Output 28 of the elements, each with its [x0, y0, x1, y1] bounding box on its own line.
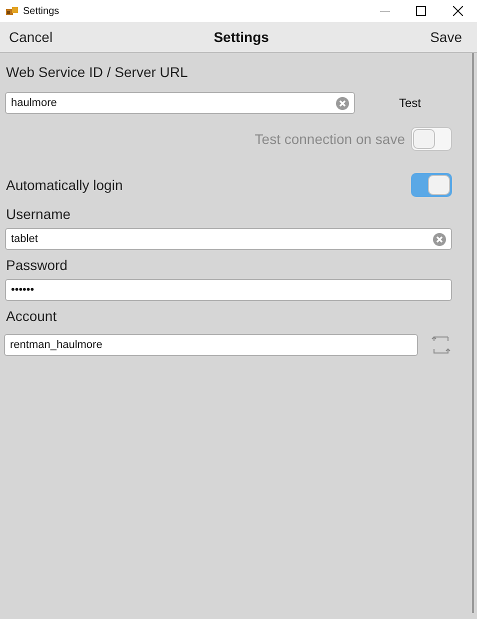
input-field[interactable]: •••••• — [5, 279, 452, 301]
toggle-label: Test connection on save — [254, 130, 405, 148]
field-value: rentman_haulmore — [10, 338, 104, 353]
field-value: haulmore — [11, 96, 58, 111]
toggle-switch[interactable] — [411, 173, 452, 197]
window-title: Settings — [23, 4, 60, 18]
input-field[interactable]: haulmore — [5, 92, 355, 114]
save-button[interactable]: Save — [430, 26, 462, 48]
cancel-button[interactable]: Cancel — [9, 26, 53, 48]
scroll-bar[interactable] — [472, 53, 474, 613]
field-label: Username — [6, 205, 72, 224]
close-icon[interactable] — [453, 6, 463, 16]
maximize-icon[interactable] — [416, 6, 426, 16]
input-field[interactable]: rentman_haulmore — [4, 334, 418, 356]
app-icon — [6, 6, 18, 16]
toggle-label: Automatically login — [6, 176, 123, 195]
clear-icon[interactable] — [433, 232, 446, 246]
test-button[interactable]: Test — [399, 94, 422, 112]
field-value: •••••• — [11, 282, 36, 298]
page-title: Settings — [214, 28, 269, 47]
input-field[interactable]: tablet — [5, 228, 452, 250]
field-label: Password — [6, 256, 68, 275]
field-label: Web Service ID / Server URL — [6, 63, 189, 82]
clear-icon[interactable] — [336, 96, 349, 110]
field-label: Account — [6, 307, 58, 326]
field-value: tablet — [11, 232, 39, 247]
refresh-icon[interactable] — [431, 336, 451, 354]
minimize-icon[interactable] — [380, 10, 390, 12]
